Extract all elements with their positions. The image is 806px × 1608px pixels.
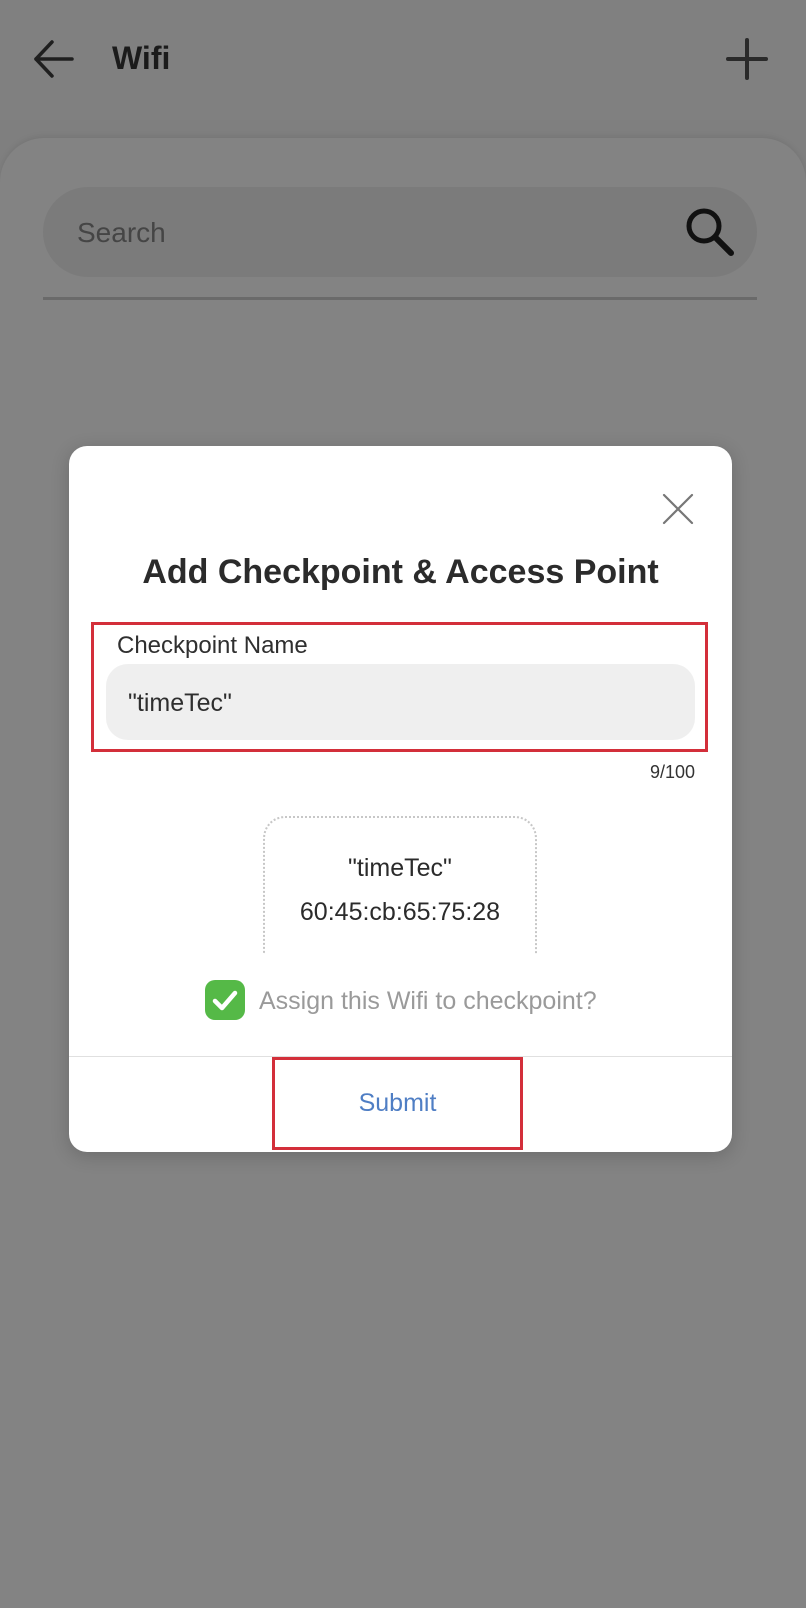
close-icon	[662, 493, 694, 525]
checkpoint-name-input[interactable]	[126, 664, 680, 742]
assign-wifi-label: Assign this Wifi to checkpoint?	[259, 987, 597, 1015]
dialog-title: Add Checkpoint & Access Point	[142, 553, 659, 591]
search-divider	[43, 297, 757, 300]
wifi-info-card: "timeTec" 60:45:cb:65:75:28	[263, 816, 537, 954]
arrow-left-icon	[34, 40, 74, 78]
search-box[interactable]	[43, 187, 757, 279]
search-input[interactable]	[75, 187, 639, 279]
add-button[interactable]	[724, 36, 770, 82]
app-bar: Wifi	[0, 0, 806, 120]
add-checkpoint-dialog: Add Checkpoint & Access Point Checkpoint…	[69, 446, 732, 1152]
check-icon	[212, 990, 238, 1011]
checkpoint-name-label: Checkpoint Name	[117, 632, 308, 659]
assign-wifi-checkbox[interactable]	[205, 980, 245, 1020]
search-icon	[686, 208, 734, 256]
checkpoint-name-field[interactable]	[106, 664, 695, 742]
plus-icon	[726, 38, 768, 80]
submit-button[interactable]: Submit	[275, 1060, 520, 1147]
wifi-name: "timeTec"	[348, 854, 452, 882]
wifi-mac-address: 60:45:cb:65:75:28	[299, 898, 501, 926]
page-title: Wifi	[112, 40, 171, 76]
close-button[interactable]	[661, 492, 695, 526]
search-button[interactable]	[683, 205, 737, 259]
character-counter: 9/100	[649, 762, 695, 782]
back-button[interactable]	[30, 36, 76, 82]
